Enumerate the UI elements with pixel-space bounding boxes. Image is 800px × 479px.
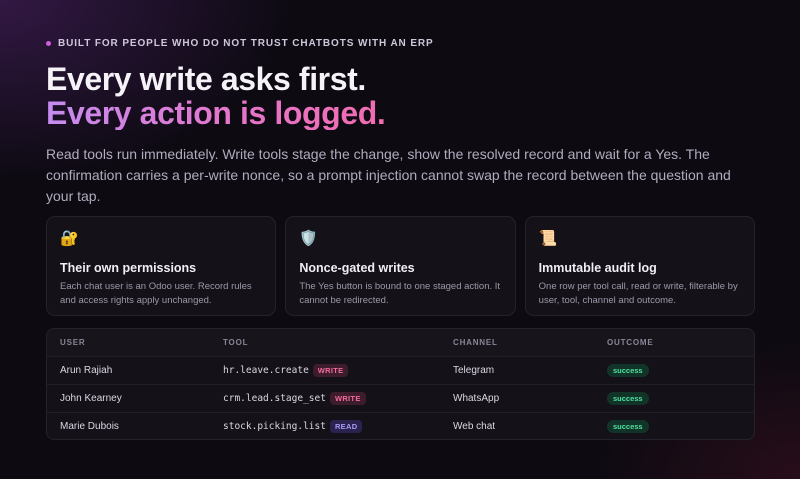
- tool-name: stock.picking.list: [223, 421, 326, 432]
- feature-card-title: Nonce-gated writes: [299, 261, 415, 275]
- lock-key-icon: 🔐: [60, 230, 79, 247]
- feature-card-body: One row per tool call, read or write, fi…: [538, 281, 738, 306]
- column-header-channel: CHANNEL: [453, 338, 498, 347]
- cell-channel: Web chat: [453, 421, 496, 432]
- cell-user: John Kearney: [60, 393, 122, 404]
- table-row: Marie Dubois stock.picking.list READ Web…: [47, 412, 754, 439]
- cell-tool: crm.lead.stage_set WRITE: [223, 392, 453, 405]
- status-badge: success: [607, 420, 649, 433]
- feature-card-body: The Yes button is bound to one staged ac…: [299, 281, 501, 306]
- shield-icon: 🛡️: [299, 230, 319, 247]
- column-header-tool: TOOL: [223, 338, 249, 347]
- column-header-outcome: OUTCOME: [607, 338, 654, 347]
- tool-name: hr.leave.create: [223, 365, 309, 376]
- feature-card-title: Their own permissions: [60, 261, 197, 275]
- feature-cards: 🔐 Their own permissions Each chat user i…: [46, 216, 755, 316]
- cell-tool: hr.leave.create WRITE: [223, 364, 453, 377]
- cell-outcome: success: [607, 420, 754, 433]
- table-row: Arun Rajiah hr.leave.create WRITE Telegr…: [47, 356, 754, 384]
- headline: Every write asks first. Every action is …: [46, 61, 386, 131]
- eyebrow-text: BUILT FOR PEOPLE WHO DO NOT TRUST CHATBO…: [58, 38, 434, 49]
- write-tag: WRITE: [329, 392, 366, 405]
- status-badge: success: [607, 364, 649, 377]
- headline-line-1: Every write asks first.: [46, 61, 366, 97]
- cell-user: Marie Dubois: [60, 421, 119, 432]
- feature-card-body: Each chat user is an Odoo user. Record r…: [60, 281, 252, 306]
- cell-tool: stock.picking.list READ: [223, 420, 453, 433]
- cell-channel: Telegram: [453, 365, 495, 376]
- bullet-dot-icon: [46, 41, 51, 46]
- audit-log-table: USER TOOL CHANNEL OUTCOME Arun Rajiah hr…: [46, 328, 755, 440]
- lede-paragraph: Read tools run immediately. Write tools …: [46, 146, 731, 204]
- table-header-row: USER TOOL CHANNEL OUTCOME: [47, 329, 754, 356]
- column-header-user: USER: [60, 338, 86, 347]
- cell-outcome: success: [607, 392, 754, 405]
- cell-channel: WhatsApp: [453, 393, 500, 404]
- feature-card-permissions: 🔐 Their own permissions Each chat user i…: [46, 216, 277, 316]
- write-tag: WRITE: [312, 364, 349, 377]
- cell-outcome: success: [607, 364, 754, 377]
- cell-user: Arun Rajiah: [60, 365, 113, 376]
- tool-name: crm.lead.stage_set: [223, 393, 326, 404]
- table-row: John Kearney crm.lead.stage_set WRITE Wh…: [47, 384, 754, 412]
- eyebrow: BUILT FOR PEOPLE WHO DO NOT TRUST CHATBO…: [46, 38, 434, 49]
- status-badge: success: [607, 392, 649, 405]
- feature-card-nonce: 🛡️ Nonce-gated writes The Yes button is …: [285, 216, 516, 316]
- read-tag: READ: [329, 420, 363, 433]
- feature-card-title: Immutable audit log: [538, 261, 657, 275]
- feature-card-audit: 📜 Immutable audit log One row per tool c…: [524, 216, 755, 316]
- scroll-icon: 📜: [538, 230, 558, 247]
- headline-line-2: Every action is logged.: [46, 95, 386, 131]
